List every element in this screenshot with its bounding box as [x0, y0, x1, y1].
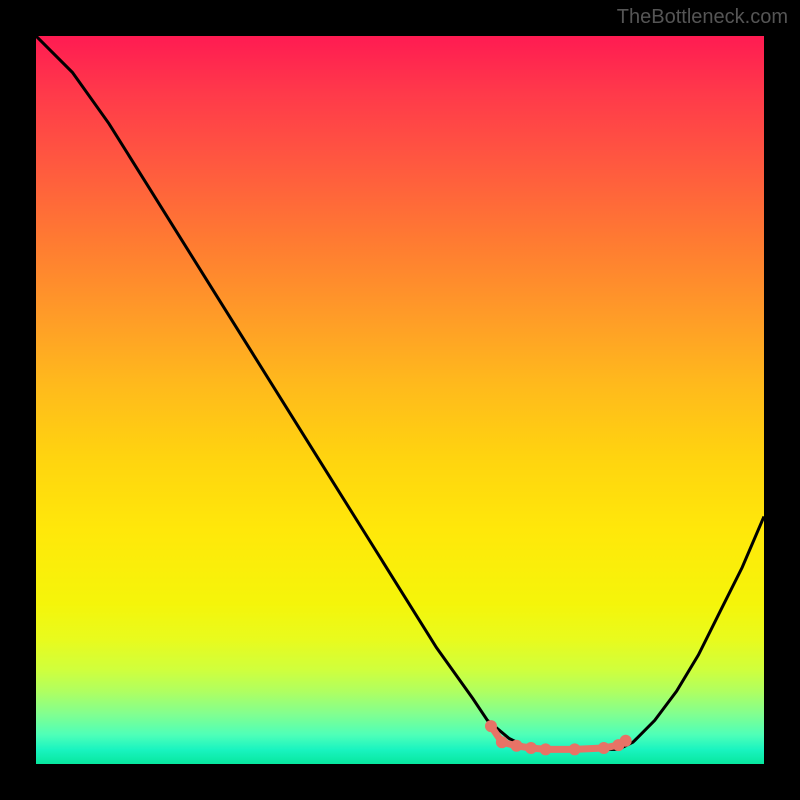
chart-plot-area [36, 36, 764, 764]
marker-dot [525, 742, 537, 754]
marker-dot [598, 742, 610, 754]
marker-dot [511, 740, 523, 752]
marker-dot [540, 743, 552, 755]
marker-dot [485, 720, 497, 732]
bottleneck-curve-line [36, 36, 764, 749]
attribution-label: TheBottleneck.com [617, 6, 788, 29]
marker-dot [569, 743, 581, 755]
chart-svg [36, 36, 764, 764]
marker-dot [620, 735, 632, 747]
marker-dot [496, 736, 508, 748]
